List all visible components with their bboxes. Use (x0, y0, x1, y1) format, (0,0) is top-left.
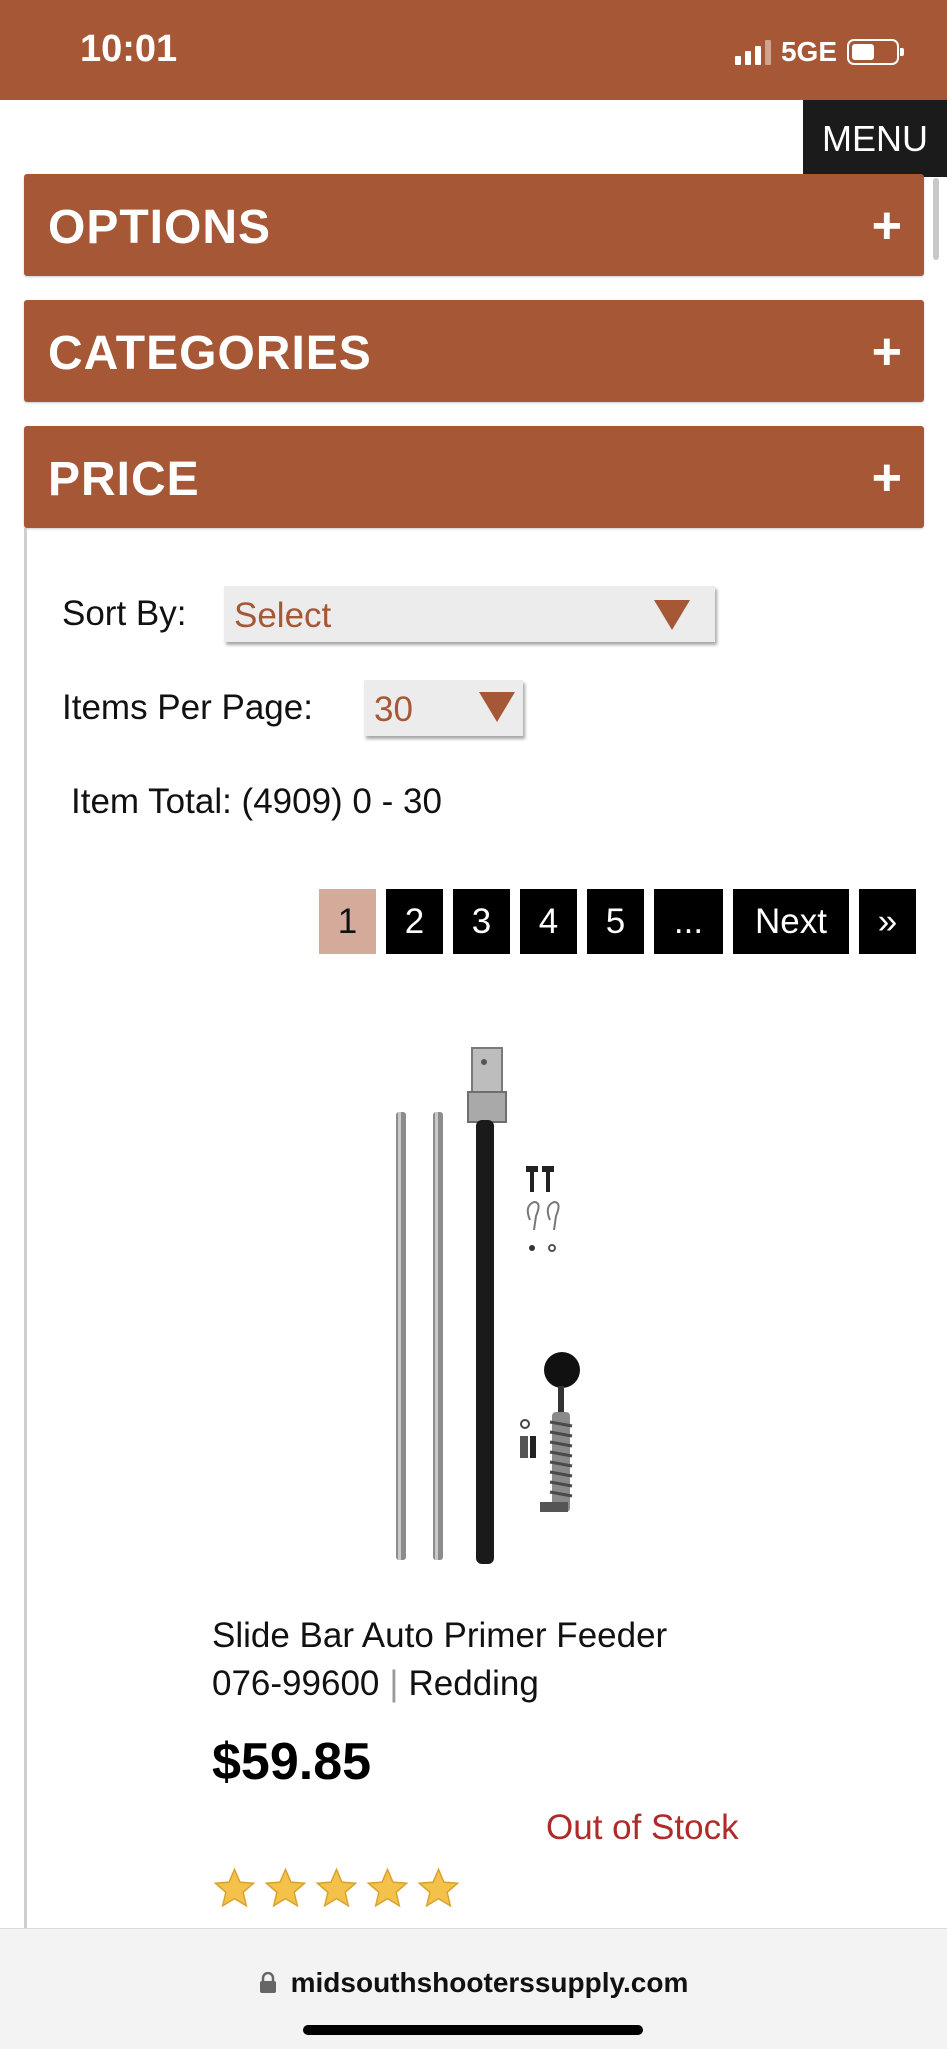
accordion-categories-title: CATEGORIES (48, 327, 372, 380)
sort-by-value: Select (234, 596, 332, 635)
page-4-button[interactable]: 4 (520, 889, 577, 954)
sort-by-label: Sort By: (62, 594, 187, 633)
accordion-categories[interactable]: CATEGORIES + (24, 300, 924, 402)
star-icon (417, 1867, 460, 1908)
accordion-price-title: PRICE (48, 453, 200, 506)
page-5-button[interactable]: 5 (587, 889, 644, 954)
signal-icon (734, 39, 771, 65)
star-icon (315, 1867, 358, 1908)
meta-separator: | (389, 1664, 399, 1703)
network-type: 5GE (780, 36, 837, 67)
sort-by-select[interactable]: Select (224, 586, 715, 642)
battery-icon (847, 39, 904, 65)
lock-icon (259, 1972, 276, 1993)
status-indicators: 5GE (734, 34, 904, 70)
last-page-button[interactable]: » (859, 889, 916, 954)
address-bar[interactable]: midsouthshooterssupply.com (0, 1967, 947, 1999)
next-page-button[interactable]: Next (733, 889, 849, 954)
accordion-options-title: OPTIONS (48, 201, 272, 254)
accordion-price[interactable]: PRICE + (24, 426, 924, 528)
plus-icon[interactable]: + (872, 196, 902, 256)
page-2-button[interactable]: 2 (386, 889, 443, 954)
status-bar: 10:01 5GE (0, 0, 947, 100)
page-1-button[interactable]: 1 (319, 889, 376, 954)
product-brand: Redding (408, 1664, 539, 1703)
home-indicator[interactable] (303, 2025, 643, 2035)
menu-button[interactable]: MENU (803, 100, 947, 177)
status-time: 10:01 (80, 28, 178, 70)
product-price: $59.85 (212, 1733, 372, 1791)
rating-stars (212, 1866, 461, 1911)
stock-status: Out of Stock (546, 1808, 739, 1847)
dropdown-arrow-icon (479, 692, 515, 722)
plus-icon[interactable]: + (872, 448, 902, 508)
star-icon (366, 1867, 409, 1908)
product-meta: 076-99600 | Redding (212, 1664, 539, 1704)
star-icon (213, 1867, 256, 1908)
scrollbar-thumb[interactable] (933, 178, 939, 260)
product-sku: 076-99600 (212, 1664, 380, 1703)
product-image[interactable] (380, 1040, 620, 1570)
pagination: 1 2 3 4 5 ... Next » (319, 889, 916, 954)
accordion-options[interactable]: OPTIONS + (24, 174, 924, 276)
plus-icon[interactable]: + (872, 322, 902, 382)
items-per-page-value: 30 (374, 690, 413, 729)
star-icon (264, 1867, 307, 1908)
items-per-page-label: Items Per Page: (62, 688, 313, 727)
product-name[interactable]: Slide Bar Auto Primer Feeder (212, 1616, 667, 1656)
dropdown-arrow-icon (654, 600, 690, 630)
items-per-page-select[interactable]: 30 (364, 680, 523, 736)
content-divider (24, 528, 27, 1928)
page-ellipsis[interactable]: ... (654, 889, 723, 954)
page-3-button[interactable]: 3 (453, 889, 510, 954)
item-total: Item Total: (4909) 0 - 30 (71, 782, 442, 821)
url-text: midsouthshooterssupply.com (290, 1967, 689, 1998)
browser-bottom-bar: midsouthshooterssupply.com (0, 1928, 947, 2049)
